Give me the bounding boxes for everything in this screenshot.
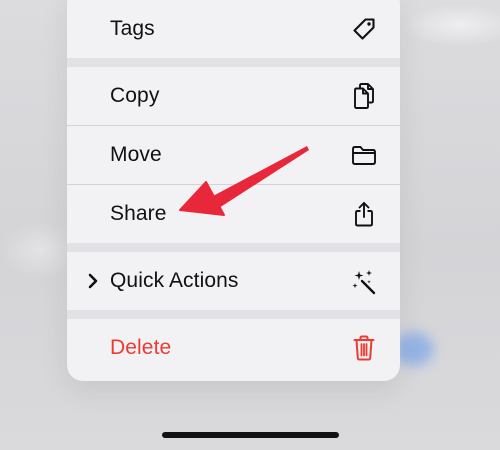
menu-item-move[interactable]: Move [67,126,400,184]
menu-item-share[interactable]: Share [67,185,400,243]
folder-icon [350,141,378,169]
section-separator [67,243,400,252]
menu-item-label: Quick Actions [110,269,239,292]
menu-item-label: Tags [110,17,155,40]
tag-icon [350,15,378,43]
share-icon [350,200,378,228]
menu-item-copy[interactable]: Copy [67,67,400,125]
menu-item-tags[interactable]: Tags [67,0,400,58]
section-separator [67,58,400,67]
menu-item-label: Delete [110,336,172,359]
context-menu: Tags Copy Move Share Quick Actions Delet… [67,0,400,381]
sparkle-wand-icon [350,267,378,295]
copy-icon [350,82,378,110]
menu-item-label: Copy [110,84,160,107]
menu-item-label: Share [110,202,167,225]
menu-item-quick-actions[interactable]: Quick Actions [67,252,400,310]
home-indicator [162,432,339,438]
section-separator [67,310,400,319]
menu-item-delete[interactable]: Delete [67,319,400,377]
blurred-background-element [394,332,434,366]
trash-icon [350,334,378,362]
chevron-right-icon [87,271,99,291]
menu-item-label: Move [110,143,162,166]
